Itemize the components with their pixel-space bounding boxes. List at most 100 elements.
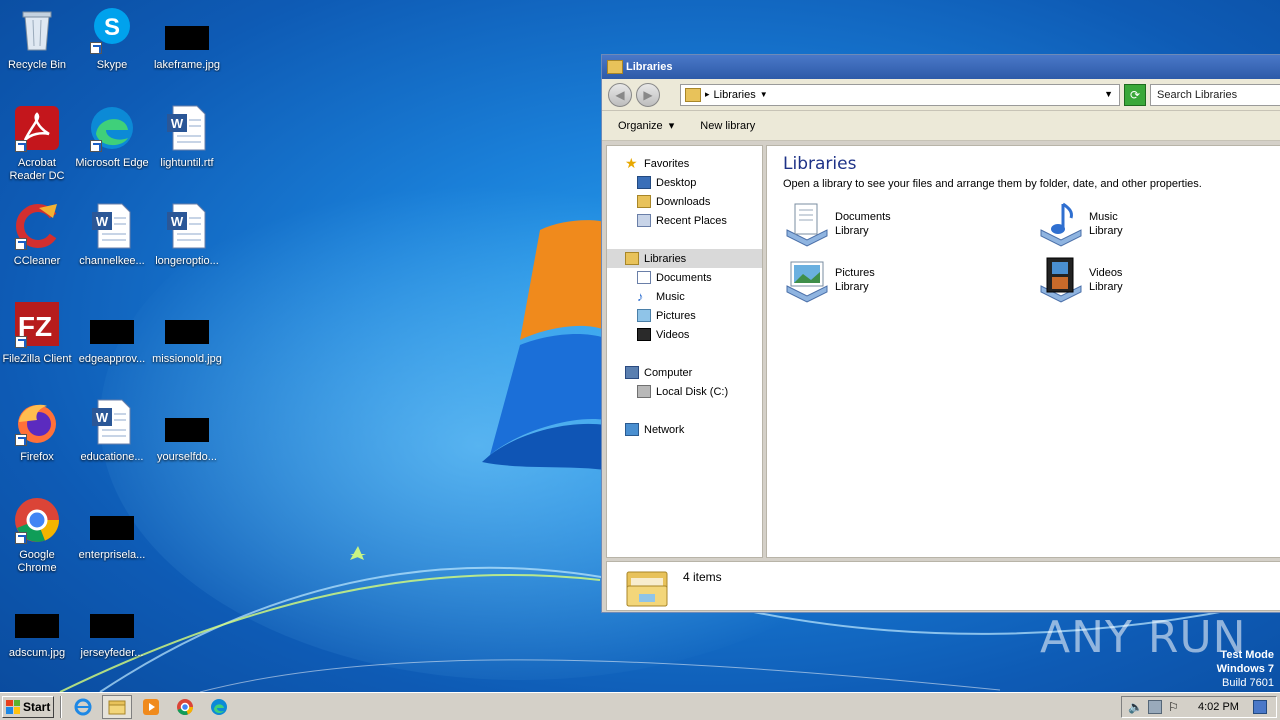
desktop-icon-lightuntil-rtf[interactable]: Wlightuntil.rtf bbox=[150, 98, 224, 188]
new-library-button[interactable]: New library bbox=[700, 120, 755, 132]
window-titlebar[interactable]: Libraries bbox=[602, 55, 1280, 79]
window-title: Libraries bbox=[626, 61, 673, 73]
library-documents[interactable]: Documents Library bbox=[783, 200, 983, 248]
shortcut-arrow-icon bbox=[90, 42, 102, 54]
music-library-icon bbox=[1037, 200, 1085, 248]
library-pictures[interactable]: Pictures Library bbox=[783, 256, 983, 304]
desktop-icon-longeroptio[interactable]: Wlongeroptio... bbox=[150, 196, 224, 286]
libraries-folder-icon bbox=[625, 566, 669, 608]
desktop-icon-filezilla-client[interactable]: FZ FileZilla Client bbox=[0, 294, 74, 384]
library-name: Videos bbox=[1089, 267, 1123, 279]
desktop-icon-label: educatione... bbox=[80, 451, 144, 463]
desktop-icon-label: Google Chrome bbox=[17, 549, 57, 574]
nav-videos[interactable]: Videos bbox=[607, 325, 762, 344]
desktop-icon-acrobat-reader-dc[interactable]: Acrobat Reader DC bbox=[0, 98, 74, 188]
network-status-icon[interactable] bbox=[1148, 700, 1162, 714]
image-file-icon bbox=[88, 594, 136, 642]
taskbar-explorer[interactable] bbox=[102, 694, 132, 719]
nav-local-disk[interactable]: Local Disk (C:) bbox=[607, 382, 762, 401]
organize-button[interactable]: Organize ▾ bbox=[618, 119, 674, 132]
word-document-icon: W bbox=[88, 202, 136, 250]
skype-icon: S bbox=[88, 6, 136, 54]
word-document-icon: W bbox=[88, 398, 136, 446]
image-file-icon bbox=[163, 398, 211, 446]
libraries-icon bbox=[625, 252, 639, 265]
computer-icon bbox=[625, 366, 639, 379]
pictures-icon bbox=[637, 309, 651, 322]
desktop-icon-recycle-bin[interactable]: Recycle Bin bbox=[0, 0, 74, 90]
search-input[interactable]: Search Libraries bbox=[1150, 83, 1280, 106]
desktop-icon-yourselfdo[interactable]: yourselfdo... bbox=[150, 392, 224, 482]
image-file-icon bbox=[88, 496, 136, 544]
desktop-icon-firefox[interactable]: Firefox bbox=[0, 392, 74, 482]
shortcut-arrow-icon bbox=[15, 532, 27, 544]
library-music[interactable]: Music Library bbox=[1037, 200, 1237, 248]
search-placeholder: Search Libraries bbox=[1157, 88, 1238, 101]
address-field[interactable]: ▸ Libraries ▼ ▼ bbox=[680, 83, 1120, 106]
recycle-bin-icon bbox=[13, 6, 61, 54]
show-desktop-icon[interactable] bbox=[1252, 700, 1267, 714]
navigation-pane: ★ Favorites Desktop Downloads Recent Plac… bbox=[606, 145, 763, 558]
desktop-icon-label: FileZilla Client bbox=[2, 353, 72, 365]
taskbar-internet-explorer[interactable] bbox=[68, 695, 98, 719]
pictures-library-icon bbox=[783, 256, 831, 304]
network-icon bbox=[625, 423, 639, 436]
address-history-chevron-down-icon[interactable]: ▼ bbox=[1104, 89, 1113, 99]
desktop-icon-label: CCleaner bbox=[13, 255, 61, 267]
desktop-icon-adscum-jpg[interactable]: adscum.jpg bbox=[0, 588, 74, 678]
breadcrumb-arrow[interactable]: ▸ bbox=[705, 89, 710, 100]
nav-recent-places[interactable]: Recent Places bbox=[607, 211, 762, 230]
breadcrumb-libraries[interactable]: Libraries bbox=[714, 89, 756, 101]
desktop-icon-channelkee[interactable]: Wchannelkee... bbox=[75, 196, 149, 286]
svg-text:W: W bbox=[171, 116, 184, 131]
desktop-icon-label: lakeframe.jpg bbox=[153, 59, 221, 71]
nav-favorites[interactable]: ★ Favorites bbox=[607, 154, 762, 173]
library-type: Library bbox=[1089, 225, 1123, 237]
desktop-icon-enterprisela[interactable]: enterprisela... bbox=[75, 490, 149, 580]
taskbar-media-player[interactable] bbox=[136, 695, 166, 719]
taskbar-edge[interactable] bbox=[204, 695, 234, 719]
nav-music[interactable]: ♪ Music bbox=[607, 287, 762, 306]
desktop-icon-ccleaner[interactable]: CCleaner bbox=[0, 196, 74, 286]
explorer-window[interactable]: Libraries ◀ ▶ ▸ Libraries ▼ ▼ ⟳ Search L… bbox=[601, 54, 1280, 613]
start-button[interactable]: Start bbox=[2, 695, 54, 718]
recent-places-icon bbox=[637, 214, 651, 227]
os-label: Windows 7 bbox=[1216, 663, 1274, 675]
anyrun-watermark: ANY RUN bbox=[1040, 612, 1247, 663]
library-videos[interactable]: Videos Library bbox=[1037, 256, 1237, 304]
breadcrumb-chevron-down-icon[interactable]: ▼ bbox=[760, 90, 768, 99]
ccleaner-icon bbox=[13, 202, 61, 250]
desktop-icon-jerseyfeder[interactable]: jerseyfeder... bbox=[75, 588, 149, 678]
nav-network[interactable]: Network bbox=[607, 420, 762, 439]
nav-pictures[interactable]: Pictures bbox=[607, 306, 762, 325]
desktop-icon-lakeframe-jpg[interactable]: lakeframe.jpg bbox=[150, 0, 224, 90]
image-file-icon bbox=[13, 594, 61, 642]
desktop-icon-label: Microsoft Edge bbox=[75, 157, 149, 169]
taskbar-chrome[interactable] bbox=[170, 695, 200, 719]
forward-button[interactable]: ▶ bbox=[636, 82, 660, 107]
desktop-icon-microsoft-edge[interactable]: Microsoft Edge bbox=[75, 98, 149, 188]
desktop-icon-google-chrome[interactable]: Google Chrome bbox=[0, 490, 74, 580]
nav-documents[interactable]: Documents bbox=[607, 268, 762, 287]
back-button[interactable]: ◀ bbox=[608, 82, 632, 107]
nav-downloads[interactable]: Downloads bbox=[607, 192, 762, 211]
desktop-icon-missionold-jpg[interactable]: missionold.jpg bbox=[150, 294, 224, 384]
nav-desktop[interactable]: Desktop bbox=[607, 173, 762, 192]
shortcut-arrow-icon bbox=[15, 140, 27, 152]
details-pane: 4 items bbox=[606, 561, 1280, 611]
desktop-icon-skype[interactable]: S Skype bbox=[75, 0, 149, 90]
refresh-button[interactable]: ⟳ bbox=[1124, 83, 1146, 106]
star-icon: ★ bbox=[625, 155, 638, 171]
nav-computer[interactable]: Computer bbox=[607, 363, 762, 382]
internet-explorer-icon bbox=[74, 698, 92, 715]
desktop-icon-educatione[interactable]: Weducatione... bbox=[75, 392, 149, 482]
library-name: Documents bbox=[835, 211, 891, 223]
desktop-icon-edgeapprov[interactable]: edgeapprov... bbox=[75, 294, 149, 384]
music-icon: ♪ bbox=[637, 289, 644, 304]
volume-icon[interactable]: 🔈 bbox=[1128, 700, 1143, 714]
nav-libraries[interactable]: Libraries bbox=[607, 249, 762, 268]
clock[interactable]: 4:02 PM bbox=[1198, 701, 1239, 713]
action-center-flag-icon[interactable]: ⚐ bbox=[1168, 700, 1182, 714]
desktop-icon-label: Recycle Bin bbox=[7, 59, 67, 71]
desktop-icon-label: yourselfdo... bbox=[157, 451, 217, 463]
